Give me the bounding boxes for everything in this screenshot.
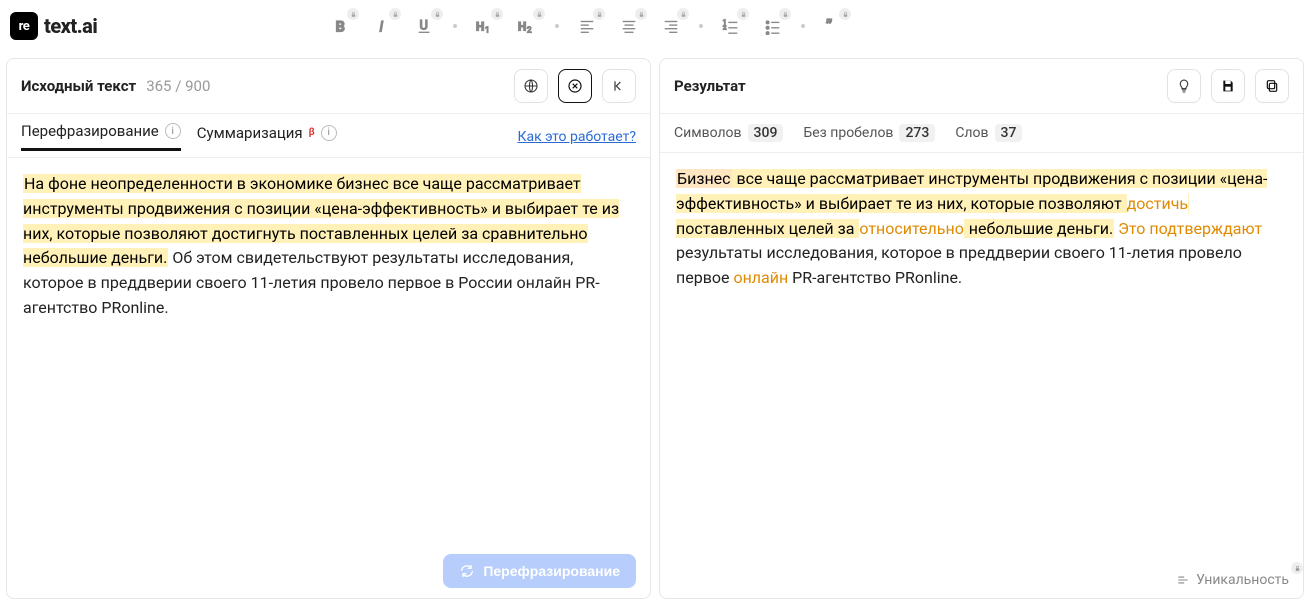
tab-paraphrase-label: Перефразирование — [21, 122, 159, 140]
lock-icon — [533, 8, 545, 20]
align-left-icon[interactable] — [573, 12, 601, 40]
lock-icon — [389, 8, 401, 20]
lock-icon — [779, 8, 791, 20]
svg-text:B: B — [336, 18, 345, 35]
result-panel: Результат Символов309 Без пробелов273 Сл… — [659, 58, 1304, 599]
result-footer: Уникальность — [660, 562, 1303, 598]
source-count-max: 900 — [185, 77, 210, 95]
source-panel: Исходный текст 365 / 900 Перефразировани… — [6, 58, 651, 599]
lightbulb-icon — [1176, 78, 1192, 94]
stat-words: Слов37 — [955, 124, 1022, 142]
h1-icon[interactable]: H1 — [471, 12, 499, 40]
result-segment: достичь — [1127, 194, 1188, 213]
paraphrase-button-label: Перефразирование — [483, 563, 620, 579]
source-count-cur: 365 — [146, 77, 171, 95]
lock-icon — [347, 8, 359, 20]
tab-summarize-label: Суммаризация — [197, 124, 303, 142]
how-it-works-link[interactable]: Как это работает? — [517, 129, 636, 145]
result-segment: Бизнес — [676, 169, 732, 188]
svg-text:2: 2 — [527, 24, 532, 34]
logo-text: text.ai — [44, 14, 97, 38]
info-icon[interactable]: i — [321, 125, 337, 141]
separator — [699, 24, 703, 28]
result-segment: онлайн — [733, 268, 788, 287]
svg-text:I: I — [380, 18, 384, 35]
lock-icon — [593, 8, 605, 20]
source-count-sep: / — [171, 77, 185, 95]
bold-icon[interactable]: B — [327, 12, 355, 40]
result-header: Результат — [660, 59, 1303, 114]
lock-icon — [839, 8, 851, 20]
separator — [801, 24, 805, 28]
uniqueness-label: Уникальность — [1196, 572, 1289, 588]
sliders-icon — [1176, 573, 1190, 587]
stat-nospace: Без пробелов273 — [803, 124, 935, 142]
list-ol-icon[interactable]: 12 — [717, 12, 745, 40]
svg-text:H: H — [518, 20, 526, 34]
info-icon[interactable]: i — [165, 123, 181, 139]
globe-icon — [523, 78, 539, 94]
align-right-icon[interactable] — [657, 12, 685, 40]
result-text[interactable]: Бизнес все чаще рассматривает инструмент… — [660, 153, 1303, 562]
svg-text:H: H — [476, 20, 484, 34]
beta-badge: β — [309, 127, 315, 138]
logo-mark: re — [10, 12, 38, 40]
source-text[interactable]: На фоне неопределенности в экономике биз… — [7, 158, 650, 544]
separator — [555, 24, 559, 28]
align-center-icon[interactable] — [615, 12, 643, 40]
language-button[interactable] — [514, 69, 548, 103]
result-segment: Это подтверждают — [1118, 219, 1262, 238]
clear-button[interactable] — [558, 69, 592, 103]
copy-icon — [1264, 78, 1280, 94]
svg-text:2: 2 — [723, 24, 727, 32]
stat-symbols: Символов309 — [674, 124, 783, 142]
result-segment: относительно — [859, 219, 963, 238]
lock-icon — [431, 8, 443, 20]
refresh-icon — [459, 563, 475, 579]
collapse-button[interactable] — [602, 69, 636, 103]
logo[interactable]: re text.ai — [10, 12, 97, 40]
separator — [453, 24, 457, 28]
source-footer: Перефразирование — [7, 544, 650, 598]
collapse-left-icon — [611, 78, 627, 94]
result-segment: PR-агентство PRonline. — [788, 268, 962, 287]
lock-icon — [635, 8, 647, 20]
idea-button[interactable] — [1167, 69, 1201, 103]
tab-summarize[interactable]: Суммаризация β i — [197, 124, 337, 150]
result-title: Результат — [674, 77, 746, 95]
copy-button[interactable] — [1255, 69, 1289, 103]
source-header: Исходный текст 365 / 900 — [7, 59, 650, 114]
source-title: Исходный текст — [21, 77, 136, 95]
list-ul-icon[interactable] — [759, 12, 787, 40]
svg-text:1: 1 — [485, 24, 490, 34]
italic-icon[interactable]: I — [369, 12, 397, 40]
lock-icon — [1291, 562, 1303, 574]
tab-paraphrase[interactable]: Перефразирование i — [21, 122, 181, 151]
underline-icon[interactable]: U — [411, 12, 439, 40]
format-toolbar: BIUH1H212” — [327, 12, 847, 40]
paraphrase-button[interactable]: Перефразирование — [443, 554, 636, 588]
save-icon — [1220, 78, 1236, 94]
result-segment: небольшие деньги. — [964, 219, 1114, 238]
svg-text:”: ” — [826, 17, 833, 35]
svg-text:U: U — [420, 19, 428, 34]
lock-icon — [737, 8, 749, 20]
panels: Исходный текст 365 / 900 Перефразировани… — [0, 52, 1312, 605]
save-button[interactable] — [1211, 69, 1245, 103]
result-stats: Символов309 Без пробелов273 Слов37 — [660, 114, 1303, 153]
source-tabs: Перефразирование i Суммаризация β i Как э… — [7, 114, 650, 158]
lock-icon — [677, 8, 689, 20]
lock-icon — [491, 8, 503, 20]
h2-icon[interactable]: H2 — [513, 12, 541, 40]
x-circle-icon — [567, 78, 583, 94]
source-counter: 365 / 900 — [146, 77, 210, 95]
uniqueness-button[interactable]: Уникальность — [1176, 572, 1289, 588]
quote-icon[interactable]: ” — [819, 12, 847, 40]
topbar: re text.ai BIUH1H212” — [0, 0, 1312, 52]
